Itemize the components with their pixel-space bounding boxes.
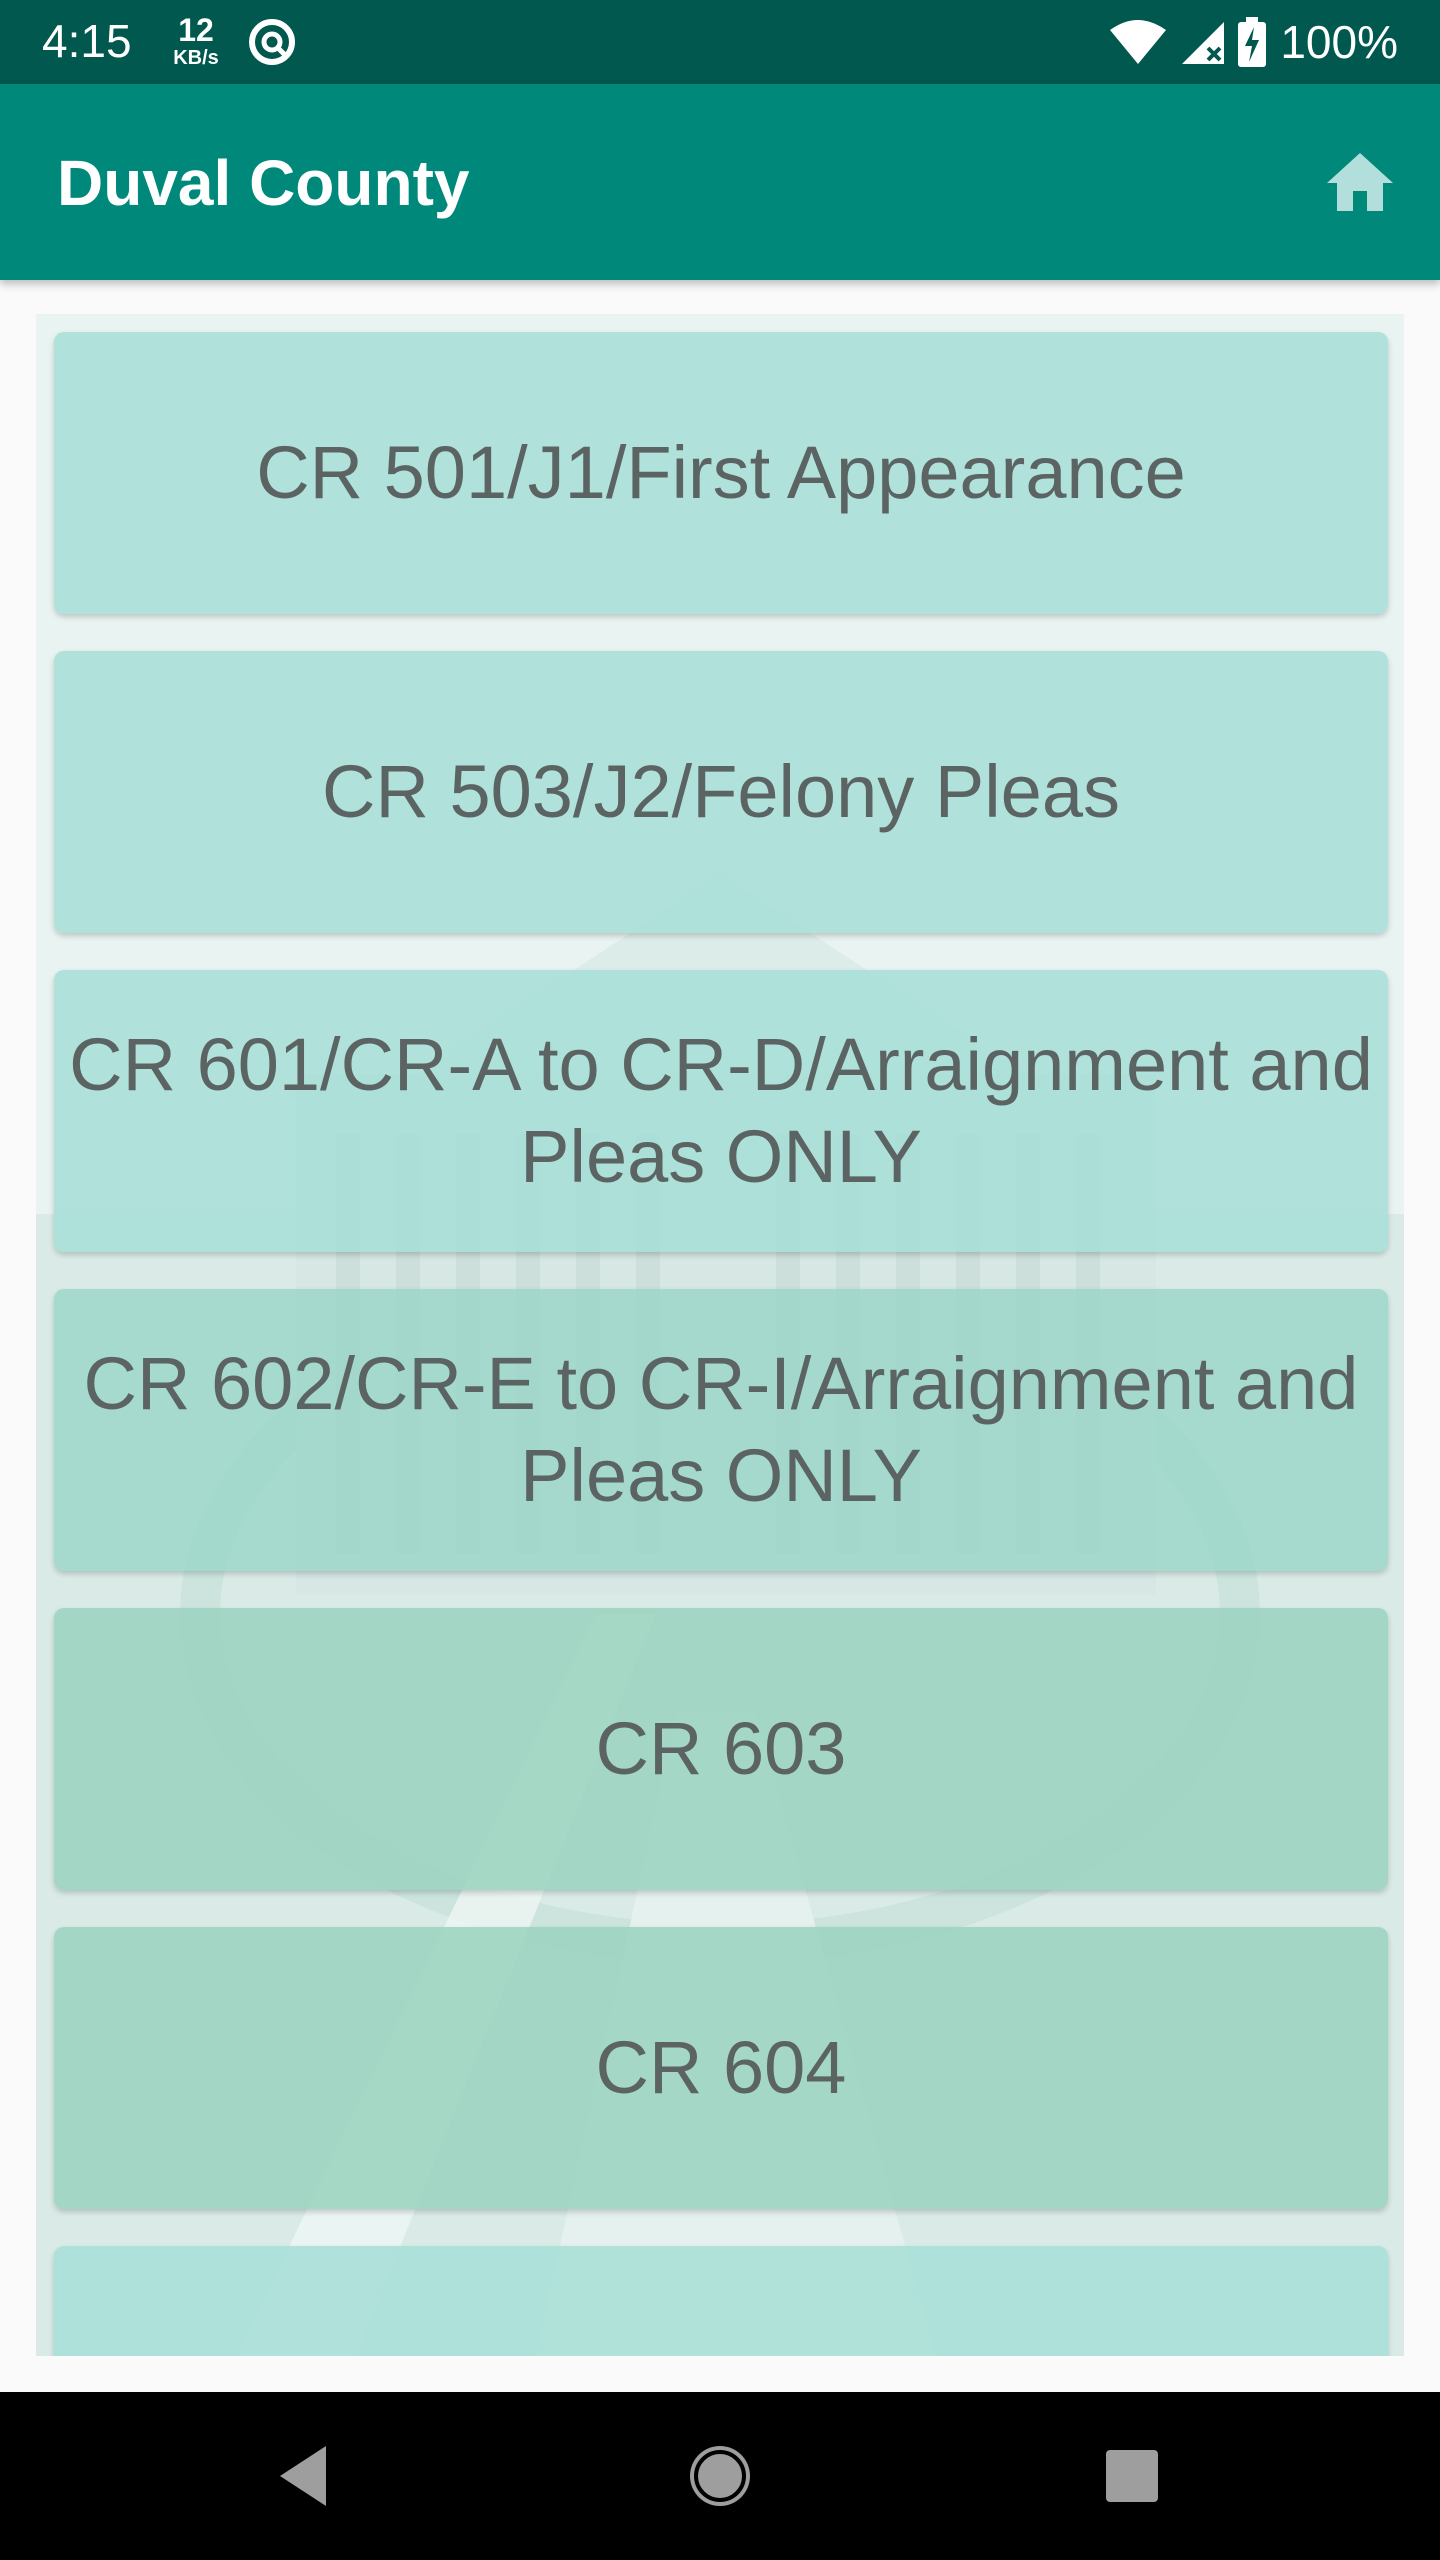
back-icon[interactable] — [268, 2436, 348, 2516]
network-speed: 12 KB/s — [168, 14, 224, 68]
home-icon — [1327, 153, 1393, 211]
status-bar: 4:15 12 KB/s 100% — [0, 0, 1440, 84]
status-right: 100% — [1108, 12, 1398, 72]
content-panel: CR 501/J1/First Appearance CR 503/J2/Fel… — [36, 314, 1404, 2356]
cell-signal-icon — [1182, 22, 1225, 64]
court-list: CR 501/J1/First Appearance CR 503/J2/Fel… — [36, 314, 1404, 2356]
list-item-cr-503[interactable]: CR 503/J2/Felony Pleas — [54, 651, 1388, 933]
list-item-partial[interactable] — [54, 2246, 1388, 2356]
recents-icon[interactable] — [1092, 2436, 1172, 2516]
page-title: Duval County — [57, 147, 470, 219]
sync-icon — [249, 19, 295, 65]
list-item-cr-604[interactable]: CR 604 — [54, 1927, 1388, 2209]
list-item-cr-501[interactable]: CR 501/J1/First Appearance — [54, 332, 1388, 614]
list-item-cr-601[interactable]: CR 601/CR-A to CR-D/Arraignment and Plea… — [54, 970, 1388, 1252]
screen: 4:15 12 KB/s 100% Duval County CR 501/J1… — [0, 0, 1440, 2560]
network-speed-unit: KB/s — [173, 47, 219, 69]
list-item-cr-602[interactable]: CR 602/CR-E to CR-I/Arraignment and Plea… — [54, 1289, 1388, 1571]
battery-charging-icon — [1238, 17, 1267, 67]
navigation-bar — [0, 2392, 1440, 2560]
wifi-icon — [1110, 20, 1167, 64]
app-bar: Duval County — [0, 84, 1440, 280]
battery-percent: 100% — [1280, 16, 1398, 68]
home-nav-icon[interactable] — [680, 2436, 760, 2516]
list-item-cr-603[interactable]: CR 603 — [54, 1608, 1388, 1890]
home-button[interactable] — [1320, 142, 1400, 222]
status-time: 4:15 — [42, 15, 132, 67]
network-speed-value: 12 — [178, 12, 214, 48]
